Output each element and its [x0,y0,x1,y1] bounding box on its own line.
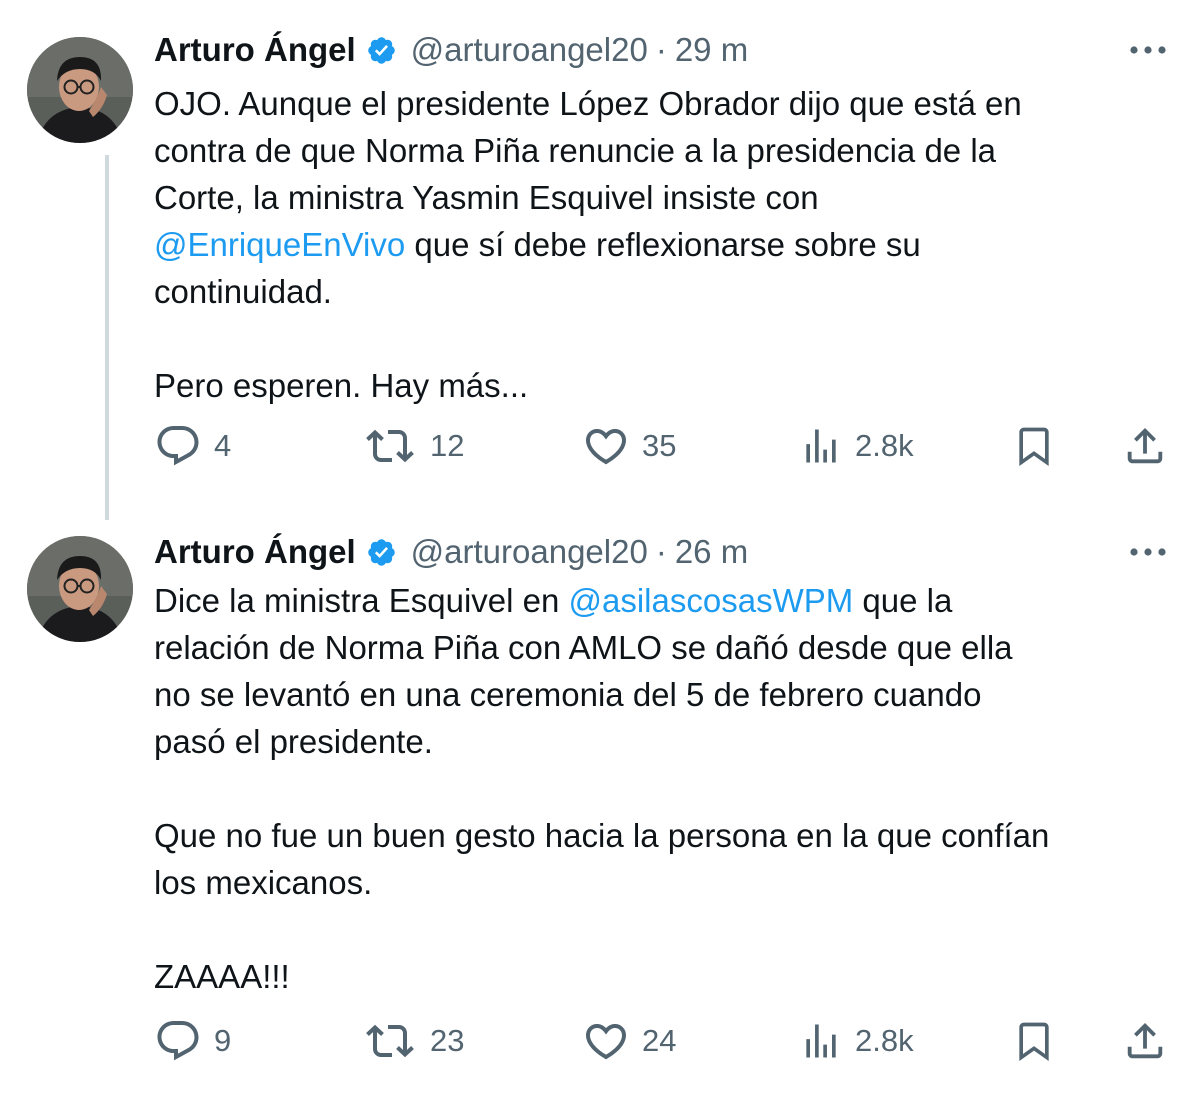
separator: · [655,31,667,68]
views-button[interactable]: 2.8k [799,418,914,474]
share-button[interactable] [1122,1013,1168,1069]
like-count: 35 [642,428,677,463]
tweet-text-segment: Dice la ministra Esquivel en [154,582,569,619]
retweet-button[interactable]: 23 [362,1013,464,1069]
reply-count: 4 [214,428,232,463]
action-bar: 9 23 24 2.8k [154,1013,1168,1069]
like-count: 24 [642,1023,677,1058]
reply-icon [157,1021,199,1061]
share-button[interactable] [1122,418,1168,474]
share-icon [1127,1022,1163,1059]
bookmark-button[interactable] [1012,1013,1056,1069]
author-name[interactable]: Arturo Ángel [154,31,356,69]
like-button[interactable]: 35 [582,418,676,474]
mention-link[interactable]: @asilascosasWPM [569,582,854,619]
tweet-text-segment: ZAAAA!!! [154,958,290,995]
like-button[interactable]: 24 [582,1013,676,1069]
avatar[interactable] [27,37,133,143]
tweet-text-segment: Pero esperen. Hay más... [154,367,529,404]
tweet-paragraph: Que no fue un buen gesto hacia la person… [154,812,1164,906]
reply-button[interactable]: 9 [154,1013,231,1069]
action-bar: 4 12 35 2.8k [154,418,1168,474]
more-options-icon[interactable] [1128,532,1168,572]
tweet-text-segment: Corte, la ministra Yasmin Esquivel insis… [154,179,819,216]
like-icon [585,429,627,465]
tweet-text-segment: OJO. Aunque el presidente López Obrador … [154,85,1022,122]
reply-button[interactable]: 4 [154,418,231,474]
views-icon [806,1024,836,1058]
tweet-text: OJO. Aunque el presidente López Obrador … [154,80,1164,409]
timestamp[interactable]: 26 m [675,533,748,571]
bookmark-icon [1019,427,1049,467]
tweet-header: Arturo Ángel @arturoangel20 · 26 m [154,530,1168,574]
tweet-text-segment: que sí debe reflexionarse sobre su [405,226,921,263]
retweet-icon [366,429,414,463]
reply-count: 9 [214,1023,232,1058]
reply-icon [157,426,199,466]
retweet-icon [366,1024,414,1058]
mention-link[interactable]: @EnriqueEnVivo [154,226,405,263]
bookmark-button[interactable] [1012,418,1056,474]
author-handle[interactable]: @arturoangel20 [411,31,648,69]
avatar[interactable] [27,536,133,642]
tweet-text-segment: no se levantó en una ceremonia del 5 de … [154,676,982,713]
retweet-count: 12 [430,428,465,463]
views-button[interactable]: 2.8k [799,1013,914,1069]
views-count: 2.8k [855,428,914,463]
more-options-icon[interactable] [1128,30,1168,70]
timestamp[interactable]: 29 m [675,31,748,69]
tweet-paragraph: OJO. Aunque el presidente López Obrador … [154,80,1164,315]
verified-badge-icon [366,35,397,66]
tweet[interactable]: Arturo Ángel @arturoangel20 · 26 m Dice … [0,520,1200,1104]
tweet[interactable]: Arturo Ángel @arturoangel20 · 29 m OJO. … [0,0,1200,520]
tweet-paragraph: Pero esperen. Hay más... [154,362,1164,409]
tweet-text-segment: Que no fue un buen gesto hacia la person… [154,817,1050,854]
tweet-text-segment: que la [853,582,953,619]
tweet-content: Arturo Ángel @arturoangel20 · 29 m OJO. … [154,28,1168,520]
separator: · [655,533,667,570]
tweet-text-segment: los mexicanos. [154,864,373,901]
views-icon [806,429,836,463]
like-icon [585,1024,627,1060]
tweet-text-segment: contra de que Norma Piña renuncie a la p… [154,132,997,169]
verified-badge-icon [366,537,397,568]
tweet-paragraph: Dice la ministra Esquivel en @asilascosa… [154,577,1164,765]
bookmark-icon [1019,1022,1049,1062]
tweet-text-segment: relación de Norma Piña con AMLO se dañó … [154,629,1013,666]
tweet-paragraph: ZAAAA!!! [154,953,1164,1000]
tweet-text-segment: continuidad. [154,273,332,310]
tweet-header: Arturo Ángel @arturoangel20 · 29 m [154,28,1168,72]
views-count: 2.8k [855,1023,914,1058]
tweet-content: Arturo Ángel @arturoangel20 · 26 m Dice … [154,530,1168,1104]
retweet-button[interactable]: 12 [362,418,464,474]
share-icon [1127,427,1163,464]
retweet-count: 23 [430,1023,465,1058]
author-name[interactable]: Arturo Ángel [154,533,356,571]
thread-line [105,155,109,520]
avatar-column [27,37,133,520]
tweet-text: Dice la ministra Esquivel en @asilascosa… [154,577,1164,1000]
avatar-column [27,536,133,1104]
author-handle[interactable]: @arturoangel20 [411,533,648,571]
tweet-text-segment: pasó el presidente. [154,723,433,760]
